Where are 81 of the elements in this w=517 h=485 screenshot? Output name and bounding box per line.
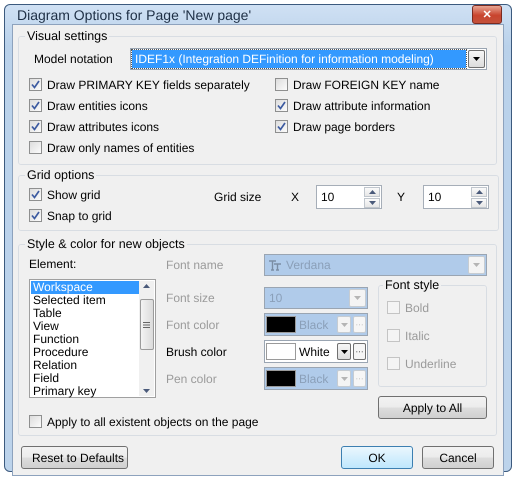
dropdown-button[interactable] bbox=[468, 50, 485, 68]
selected-value: IDEF1x (Integration DEFinition for information modeling) bbox=[132, 50, 466, 68]
number-spinner[interactable]: 10 bbox=[316, 185, 382, 209]
caret-icon bbox=[340, 322, 348, 326]
checkbox[interactable] bbox=[29, 78, 42, 91]
list-item[interactable]: View bbox=[31, 320, 139, 333]
down-arrow-icon bbox=[476, 200, 482, 204]
caret-icon bbox=[340, 376, 348, 380]
checkbox-label: Draw PRIMARY KEY fields separately bbox=[47, 78, 250, 92]
checkbox[interactable] bbox=[275, 99, 288, 112]
down-arrow-icon bbox=[143, 389, 150, 393]
axis-label: Y bbox=[396, 190, 406, 204]
field-label: Font size bbox=[166, 291, 216, 305]
color-picker[interactable]: White ··· bbox=[264, 340, 368, 363]
checkbox[interactable] bbox=[29, 188, 42, 201]
checkbox-label: Draw only names of entities bbox=[47, 140, 194, 154]
checkbox[interactable] bbox=[29, 209, 42, 222]
grip-icon bbox=[143, 322, 150, 328]
caret-icon bbox=[340, 350, 348, 354]
list-item[interactable]: Function bbox=[31, 333, 139, 346]
checkbox[interactable] bbox=[29, 141, 42, 154]
list-item[interactable]: Field bbox=[31, 372, 139, 385]
up-arrow-icon bbox=[143, 284, 150, 288]
up-arrow-icon bbox=[476, 190, 482, 194]
up-arrow-icon bbox=[368, 190, 376, 194]
dialog-button[interactable]: Reset to Defaults bbox=[21, 446, 128, 469]
increment-button[interactable] bbox=[471, 186, 487, 196]
field-label: Grid size bbox=[214, 190, 262, 204]
apply-to-all-button[interactable]: Apply to All bbox=[378, 396, 487, 419]
checkbox-label: Snap to grid bbox=[47, 208, 112, 222]
spinner-value: 10 bbox=[320, 190, 336, 204]
list-item[interactable]: Selected item bbox=[31, 294, 139, 307]
dialog-button[interactable]: Cancel bbox=[422, 446, 494, 469]
decrement-button[interactable] bbox=[471, 198, 487, 208]
checkbox[interactable] bbox=[275, 78, 288, 91]
more-button[interactable]: ··· bbox=[353, 343, 366, 360]
checkbox[interactable] bbox=[29, 120, 42, 133]
caret-icon bbox=[473, 263, 480, 267]
dropdown-button[interactable] bbox=[337, 343, 351, 360]
checkbox-label: Apply to all existent objects on the page bbox=[47, 414, 258, 428]
element-list[interactable]: Workspace Selected item Table View Function Procedure Relation Field Primary key bbox=[29, 279, 156, 398]
group-title: Grid options bbox=[26, 168, 96, 182]
axis-label: X bbox=[291, 190, 300, 204]
field-label: Element: bbox=[29, 257, 78, 271]
caret-icon bbox=[354, 296, 361, 300]
window-title: Diagram Options for Page 'New page' bbox=[16, 6, 252, 22]
checkbox-label: Draw attributes icons bbox=[47, 120, 160, 134]
down-arrow-icon bbox=[368, 200, 376, 204]
field-label: Pen color bbox=[166, 372, 218, 386]
checkbox-label: Draw FOREIGN KEY name bbox=[293, 78, 440, 92]
number-spinner[interactable]: 10 bbox=[423, 185, 489, 209]
list-item[interactable]: Table bbox=[31, 307, 139, 320]
group-title: Font style bbox=[384, 278, 440, 292]
scrollbar[interactable] bbox=[139, 281, 154, 396]
checkbox-label: Draw page borders bbox=[293, 120, 396, 134]
field-label: Font name bbox=[166, 258, 224, 272]
font-icon bbox=[269, 260, 281, 270]
spinner-value: 10 bbox=[427, 190, 442, 204]
field-label: Model notation bbox=[33, 52, 114, 66]
color-name: White bbox=[298, 344, 331, 360]
field-label: Font color bbox=[166, 318, 220, 332]
field-label: Brush color bbox=[166, 344, 228, 358]
group-title: Style & color for new objects bbox=[26, 237, 186, 251]
group-title: Visual settings bbox=[26, 29, 108, 43]
list-item[interactable]: Primary key bbox=[31, 385, 139, 398]
caret-icon bbox=[473, 57, 480, 61]
list-item[interactable]: Relation bbox=[31, 359, 139, 372]
increment-button[interactable] bbox=[364, 186, 380, 196]
checkbox-label: Bold bbox=[405, 300, 430, 314]
dialog-button[interactable]: OK bbox=[341, 446, 413, 469]
checkbox[interactable] bbox=[275, 120, 288, 133]
checkbox-label: Draw attribute information bbox=[293, 98, 430, 112]
decrement-button[interactable] bbox=[364, 198, 380, 208]
checkbox-label: Italic bbox=[405, 328, 430, 342]
checkbox-label: Draw entities icons bbox=[47, 98, 148, 112]
checkbox-label: Underline bbox=[405, 356, 456, 370]
close-button[interactable]: ✕ bbox=[472, 5, 502, 24]
checkbox[interactable] bbox=[29, 415, 42, 428]
checkbox[interactable] bbox=[29, 99, 42, 112]
checkbox-label: Show grid bbox=[47, 188, 100, 202]
list-item[interactable]: Procedure bbox=[31, 346, 139, 359]
